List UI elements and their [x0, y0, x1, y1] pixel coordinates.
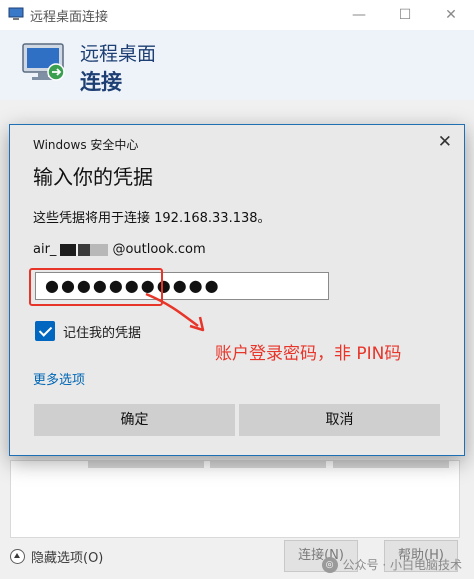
watermark: ◎ 公众号 · 小白电脑技术 — [321, 556, 462, 573]
header-title-line2: 连接 — [80, 70, 122, 94]
remote-desktop-icon — [8, 7, 24, 20]
annotation-text: 账户登录密码，非 PIN码 — [215, 344, 402, 364]
remote-desktop-logo-icon — [22, 43, 65, 81]
rdp-header: 远程桌面 连接 — [0, 30, 474, 100]
account-name: air_ @outlook.com — [33, 242, 206, 257]
wechat-icon: ◎ — [321, 556, 338, 573]
remember-checkbox[interactable] — [35, 321, 55, 341]
more-options-link[interactable]: 更多选项 — [33, 369, 85, 388]
credentials-dialog: Windows 安全中心 ✕ 输入你的凭据 这些凭据将用于连接 192.168.… — [9, 124, 465, 456]
account-suffix: @outlook.com — [112, 242, 206, 257]
hide-options-toggle[interactable]: 隐藏选项(O) — [10, 545, 103, 567]
close-window-button[interactable]: ✕ — [428, 0, 474, 30]
minimize-button[interactable]: — — [336, 0, 382, 30]
dialog-close-button[interactable]: ✕ — [438, 132, 452, 152]
watermark-text: 公众号 · 小白电脑技术 — [342, 558, 462, 572]
ok-button[interactable]: 确定 — [34, 404, 235, 436]
dialog-title: Windows 安全中心 — [33, 138, 139, 152]
ghost-button — [88, 460, 204, 468]
window-title: 远程桌面连接 — [30, 10, 109, 25]
account-prefix: air_ — [33, 242, 57, 257]
remember-credentials[interactable]: 记住我的凭据 — [35, 321, 141, 341]
annotation-arrow-icon — [145, 292, 205, 332]
redacted-block — [60, 243, 109, 256]
cancel-button[interactable]: 取消 — [239, 404, 440, 436]
header-title-line1: 远程桌面 — [80, 43, 157, 65]
maximize-button[interactable]: ☐ — [382, 0, 428, 30]
rdp-options-panel — [10, 460, 460, 538]
dialog-heading: 输入你的凭据 — [33, 165, 153, 189]
dialog-description: 这些凭据将用于连接 192.168.33.138。 — [33, 211, 271, 226]
hide-options-label: 隐藏选项(O) — [31, 550, 104, 566]
collapse-icon — [10, 548, 25, 564]
remember-label: 记住我的凭据 — [63, 325, 142, 341]
rdp-titlebar: 远程桌面连接 — ☐ ✕ — [0, 0, 474, 31]
ghost-button — [210, 460, 326, 468]
ghost-button — [333, 460, 449, 468]
